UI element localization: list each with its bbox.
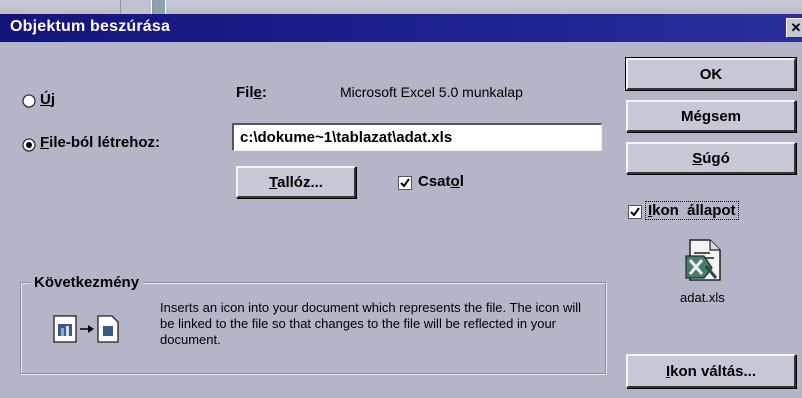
- radio-from-file[interactable]: [22, 138, 36, 152]
- file-path-input[interactable]: [232, 123, 602, 151]
- file-label: File:: [236, 84, 267, 101]
- change-icon-button-label: Ikon váltás...: [665, 362, 757, 380]
- radio-circle-icon: [22, 94, 36, 108]
- cancel-button[interactable]: Mégsem: [626, 100, 796, 132]
- file-type-text: Microsoft Excel 5.0 munkalap: [340, 84, 523, 100]
- checkmark-icon: [630, 207, 640, 217]
- browse-button-label: Tallóz...: [269, 173, 323, 191]
- result-description: Inserts an icon into your document which…: [160, 300, 582, 347]
- radio-from-file-label: File-ból létrehoz:: [40, 134, 161, 151]
- browse-button[interactable]: Tallóz...: [236, 166, 356, 198]
- link-checkbox-label: Csatol: [418, 173, 464, 190]
- help-button[interactable]: Súgó: [626, 142, 796, 174]
- result-group-title: Következmény: [30, 274, 144, 291]
- icon-caption: adat.xls: [680, 290, 725, 305]
- radio-new[interactable]: [22, 94, 36, 108]
- dialog-title: Objektum beszúrása: [10, 18, 171, 35]
- linked-document-icon: [52, 312, 136, 346]
- excel-file-icon: [682, 238, 726, 282]
- icon-display-checkbox-label: Ikon állapot: [645, 201, 739, 220]
- link-checkbox[interactable]: [398, 176, 412, 190]
- cancel-button-label: Mégsem: [680, 107, 742, 125]
- checkmark-icon: [400, 178, 410, 188]
- ok-button-label: OK: [699, 65, 723, 83]
- radio-new-label: Új: [40, 91, 56, 108]
- background-window-strip: [0, 0, 802, 14]
- change-icon-button[interactable]: Ikon váltás...: [626, 354, 796, 388]
- background-window-frame: [152, 0, 166, 14]
- radio-selected-icon: [22, 138, 36, 152]
- icon-display-checkbox[interactable]: [628, 205, 642, 219]
- background-window-frame: [120, 0, 152, 14]
- insert-object-dialog: Új File-ból létrehoz: File: Microsoft Ex…: [0, 42, 802, 398]
- ok-button[interactable]: OK: [625, 57, 797, 91]
- help-button-label: Súgó: [692, 149, 730, 167]
- close-button[interactable]: ✕: [786, 18, 802, 38]
- dialog-title-bar: Objektum beszúrása ✕: [0, 14, 802, 42]
